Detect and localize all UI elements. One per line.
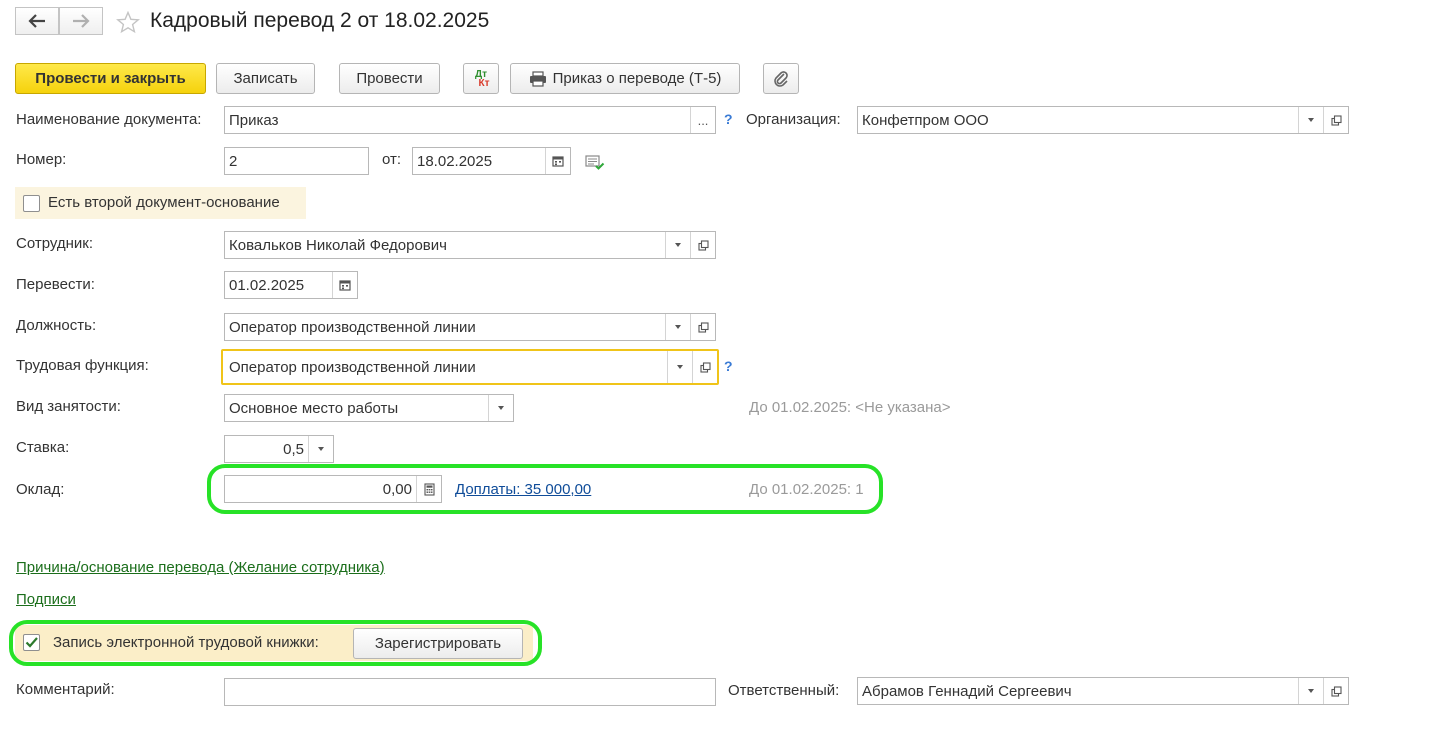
open-external-icon: [1330, 685, 1342, 697]
chevron-down-icon: [1308, 689, 1314, 693]
labor-function-open-button[interactable]: [692, 351, 717, 383]
save-button[interactable]: Записать: [216, 63, 315, 94]
second-basis-label: Есть второй документ-основание: [48, 194, 280, 211]
employment-type-dropdown-button[interactable]: [488, 395, 513, 421]
kt-label: Кт: [478, 77, 490, 89]
responsible-open-button[interactable]: [1323, 678, 1348, 704]
post-and-close-button[interactable]: Провести и закрыть: [15, 63, 206, 94]
employment-type-label: Вид занятости:: [16, 398, 121, 415]
doc-name-field[interactable]: Приказ ...: [224, 106, 716, 134]
paperclip-icon: [774, 70, 788, 87]
comment-value: [225, 679, 715, 705]
rate-dropdown-button[interactable]: [308, 436, 333, 462]
transfer-date-label: Перевести:: [16, 276, 95, 293]
chevron-down-icon: [675, 325, 681, 329]
chevron-down-icon: [498, 406, 504, 410]
position-field[interactable]: Оператор производственной линии: [224, 313, 716, 341]
employee-open-button[interactable]: [690, 232, 715, 258]
attach-file-button[interactable]: [763, 63, 799, 94]
employment-type-value: Основное место работы: [229, 399, 399, 417]
doc-name-select-button[interactable]: ...: [690, 107, 715, 133]
salary-label: Оклад:: [16, 481, 65, 498]
organization-value: Конфетпром ООО: [862, 111, 989, 129]
rate-label: Ставка:: [16, 439, 70, 456]
responsible-dropdown-button[interactable]: [1298, 678, 1323, 704]
transfer-date-value: 01.02.2025: [229, 276, 305, 294]
transfer-date-field[interactable]: 01.02.2025: [224, 271, 358, 299]
doc-name-label: Наименование документа:: [16, 111, 202, 128]
post-and-close-label: Провести и закрыть: [35, 70, 186, 87]
responsible-value: Абрамов Геннадий Сергеевич: [862, 682, 1072, 700]
organization-label: Организация:: [746, 111, 841, 128]
employee-value: Ковальков Николай Федорович: [229, 236, 447, 254]
open-external-icon: [1330, 114, 1342, 126]
transfer-reason-link[interactable]: Причина/основание перевода (Желание сотр…: [16, 559, 385, 576]
doc-name-value: Приказ: [229, 111, 279, 129]
employee-dropdown-button[interactable]: [665, 232, 690, 258]
salary-highlight-ring: [207, 464, 883, 514]
responsible-label: Ответственный:: [728, 682, 840, 699]
position-open-button[interactable]: [690, 314, 715, 340]
chevron-down-icon: [318, 447, 324, 451]
calendar-icon: [552, 156, 564, 167]
back-button[interactable]: [15, 7, 59, 35]
print-order-button[interactable]: Приказ о переводе (Т-5): [510, 63, 740, 94]
print-order-label: Приказ о переводе (Т-5): [552, 70, 722, 87]
save-label: Записать: [233, 70, 298, 87]
post-button[interactable]: Провести: [339, 63, 440, 94]
number-field[interactable]: 2: [224, 147, 369, 175]
arrow-right-icon: [73, 14, 90, 28]
position-value: Оператор производственной линии: [229, 318, 476, 336]
date-label: от:: [382, 151, 402, 168]
signatures-link[interactable]: Подписи: [16, 591, 76, 608]
organization-field[interactable]: Конфетпром ООО: [857, 106, 1349, 134]
printer-icon: [529, 70, 546, 87]
etk-highlight-ring: [9, 620, 542, 666]
organization-dropdown-button[interactable]: [1298, 107, 1323, 133]
labor-function-label: Трудовая функция:: [16, 357, 149, 374]
dt-kt-icon: Дт Кт: [472, 69, 490, 89]
favorite-star-icon[interactable]: [116, 11, 140, 34]
labor-function-dropdown-button[interactable]: [667, 351, 692, 383]
dt-kt-button[interactable]: Дт Кт: [463, 63, 499, 94]
second-basis-checkbox[interactable]: [23, 195, 40, 212]
comment-input[interactable]: [224, 678, 716, 706]
position-label: Должность:: [16, 317, 97, 334]
date-value: 18.02.2025: [417, 152, 493, 170]
employment-type-hint: До 01.02.2025: <Не указана>: [749, 399, 951, 416]
chevron-down-icon: [675, 243, 681, 247]
date-calendar-button[interactable]: [545, 148, 570, 174]
open-external-icon: [697, 321, 709, 333]
chevron-down-icon: [677, 365, 683, 369]
number-label: Номер:: [16, 151, 67, 168]
transfer-calendar-button[interactable]: [332, 272, 357, 298]
page-title: Кадровый перевод 2 от 18.02.2025: [150, 9, 490, 32]
open-external-icon: [699, 361, 711, 373]
organization-open-button[interactable]: [1323, 107, 1348, 133]
rate-field[interactable]: 0,5: [224, 435, 334, 463]
labor-function-help-icon[interactable]: ?: [724, 358, 733, 374]
doc-name-help-icon[interactable]: ?: [724, 111, 733, 127]
employee-label: Сотрудник:: [16, 235, 94, 252]
labor-function-value: Оператор производственной линии: [229, 358, 476, 376]
responsible-field[interactable]: Абрамов Геннадий Сергеевич: [857, 677, 1349, 705]
comment-label: Комментарий:: [16, 681, 115, 698]
calendar-icon: [339, 280, 351, 291]
position-dropdown-button[interactable]: [665, 314, 690, 340]
post-label: Провести: [356, 70, 423, 87]
labor-function-field[interactable]: Оператор производственной линии: [221, 349, 719, 385]
open-external-icon: [697, 239, 709, 251]
forward-button[interactable]: [59, 7, 103, 35]
arrow-left-icon: [28, 14, 45, 28]
rate-value: 0,5: [283, 440, 304, 458]
chevron-down-icon: [1308, 118, 1314, 122]
employee-field[interactable]: Ковальков Николай Федорович: [224, 231, 716, 259]
employment-type-field[interactable]: Основное место работы: [224, 394, 514, 422]
number-check-icon[interactable]: [585, 154, 605, 171]
number-value: 2: [229, 152, 238, 170]
date-field[interactable]: 18.02.2025: [412, 147, 571, 175]
